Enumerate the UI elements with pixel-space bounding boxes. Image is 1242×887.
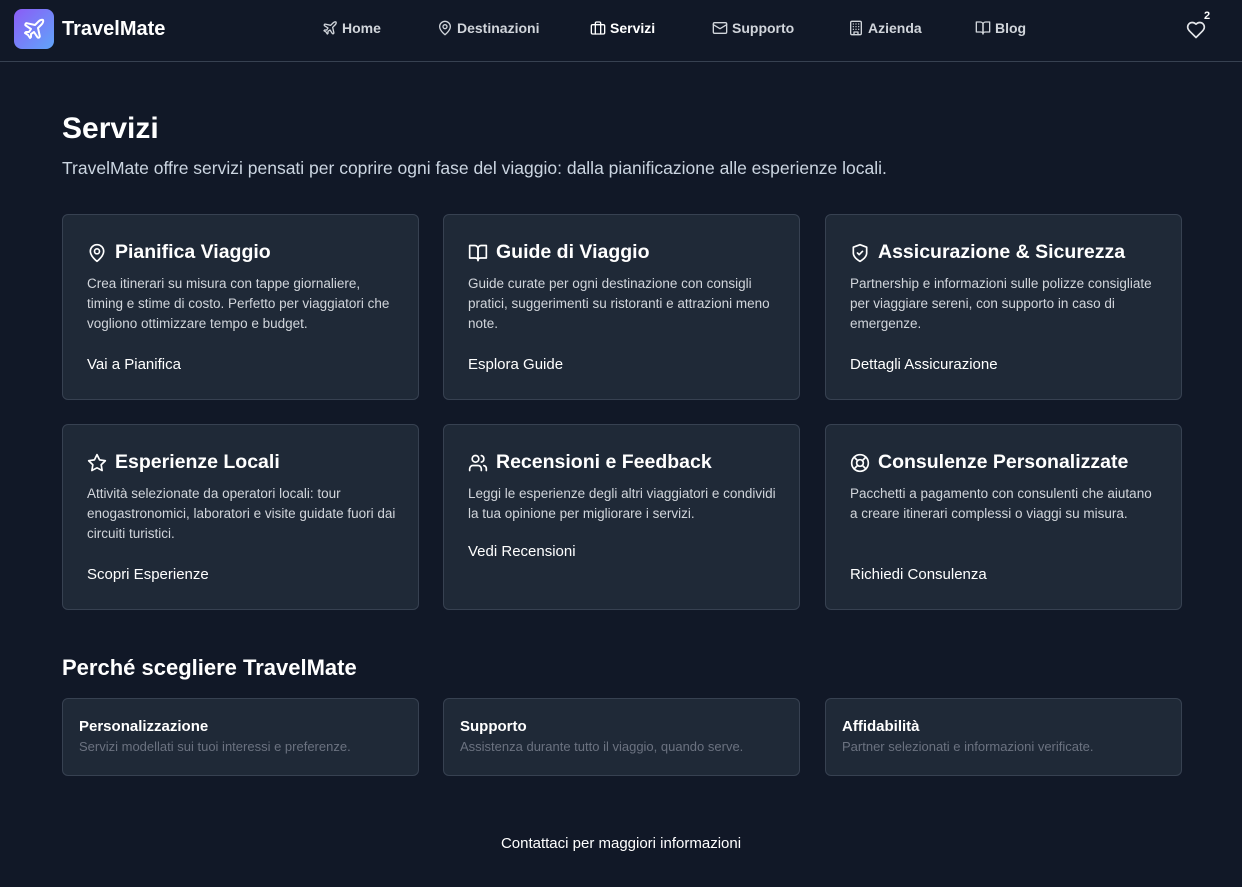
vai-a-pianifica-link[interactable]: Vai a Pianifica xyxy=(87,356,181,373)
why-card-description: Partner selezionati e informazioni verif… xyxy=(842,739,1094,754)
favorites-badge: 2 xyxy=(1204,10,1211,22)
plane-icon xyxy=(24,18,45,39)
why-section-title: Perché scegliere TravelMate xyxy=(62,655,357,680)
nav-azienda[interactable]: Azienda xyxy=(848,20,922,36)
card-title: Esperienze Locali xyxy=(115,451,280,473)
why-card-affidabilita: Affidabilità Partner selezionati e infor… xyxy=(825,698,1182,776)
nav-label: Supporto xyxy=(732,20,795,36)
why-card-personalizzazione: Personalizzazione Servizi modellati sui … xyxy=(62,698,419,776)
why-card-description: Assistenza durante tutto il viaggio, qua… xyxy=(460,739,744,754)
card-description: Attività selezionate da operatori locali… xyxy=(87,486,396,541)
card-description: Partnership e informazioni sulle polizze… xyxy=(850,276,1152,331)
service-card-consulenze: Consulenze Personalizzate Pacchetti a pa… xyxy=(825,424,1182,610)
nav-blog[interactable]: Blog xyxy=(975,20,1026,36)
dettagli-assicurazione-link[interactable]: Dettagli Assicurazione xyxy=(850,356,998,373)
heart-icon[interactable] xyxy=(1186,20,1206,40)
card-title: Guide di Viaggio xyxy=(496,241,650,263)
card-title: Recensioni e Feedback xyxy=(496,451,712,473)
map-pin-icon xyxy=(439,20,451,36)
nav-label: Destinazioni xyxy=(457,20,540,36)
card-description: Pacchetti a pagamento con consulenti che… xyxy=(850,486,1152,521)
nav-destinazioni[interactable]: Destinazioni xyxy=(437,20,539,36)
why-card-description: Servizi modellati sui tuoi interessi e p… xyxy=(79,739,351,754)
star-icon xyxy=(87,453,107,471)
richiedi-consulenza-link[interactable]: Richiedi Consulenza xyxy=(850,566,987,583)
mail-icon xyxy=(712,22,728,34)
esplora-guide-link[interactable]: Esplora Guide xyxy=(468,356,563,373)
nav-label: Servizi xyxy=(610,20,656,36)
why-card-supporto: Supporto Assistenza durante tutto il via… xyxy=(443,698,800,776)
contact-link[interactable]: Contattaci per maggiori informazioni xyxy=(0,835,1242,852)
book-open-icon xyxy=(975,21,991,35)
why-card-title: Personalizzazione xyxy=(79,718,209,735)
scopri-esperienze-link[interactable]: Scopri Esperienze xyxy=(87,566,209,583)
service-card-esperienze: Esperienze Locali Attività selezionate d… xyxy=(62,424,419,610)
card-description: Guide curate per ogni destinazione con c… xyxy=(468,276,770,331)
service-card-assicurazione: Assicurazione & Sicurezza Partnership e … xyxy=(825,214,1182,400)
briefcase-icon xyxy=(590,21,606,35)
life-buoy-icon xyxy=(850,453,870,472)
map-pin-icon xyxy=(89,243,105,262)
shield-check-icon xyxy=(852,243,868,262)
nav-label: Blog xyxy=(995,20,1027,36)
brand-name[interactable]: TravelMate xyxy=(62,18,165,41)
why-card-title: Supporto xyxy=(460,718,527,735)
plane-icon xyxy=(323,21,337,35)
why-card-title: Affidabilità xyxy=(842,718,920,735)
card-title: Assicurazione & Sicurezza xyxy=(878,241,1126,263)
card-description: Leggi le esperienze degli altri viaggiat… xyxy=(468,486,776,521)
card-description: Crea itinerari su misura con tappe giorn… xyxy=(87,276,390,331)
card-title: Pianifica Viaggio xyxy=(115,241,271,263)
nav-supporto[interactable]: Supporto xyxy=(712,20,794,36)
page-title: Servizi xyxy=(62,112,159,145)
service-card-pianifica: Pianifica Viaggio Crea itinerari su misu… xyxy=(62,214,419,400)
service-card-recensioni: Recensioni e Feedback Leggi le esperienz… xyxy=(443,424,800,610)
nav-home[interactable]: Home xyxy=(322,20,381,36)
page-subtitle: TravelMate offre servizi pensati per cop… xyxy=(62,158,887,178)
nav-label: Home xyxy=(342,20,381,36)
card-title: Consulenze Personalizzate xyxy=(878,451,1129,473)
vedi-recensioni-link[interactable]: Vedi Recensioni xyxy=(468,543,576,560)
users-icon xyxy=(468,454,488,471)
nav-servizi[interactable]: Servizi xyxy=(590,20,655,36)
book-open-icon xyxy=(468,244,488,261)
nav-label: Azienda xyxy=(868,20,922,36)
service-card-guide: Guide di Viaggio Guide curate per ogni d… xyxy=(443,214,800,400)
top-navbar: TravelMate Home Destinazioni Servizi Sup… xyxy=(0,0,1242,62)
building-icon xyxy=(850,20,862,36)
logo[interactable] xyxy=(14,9,54,49)
